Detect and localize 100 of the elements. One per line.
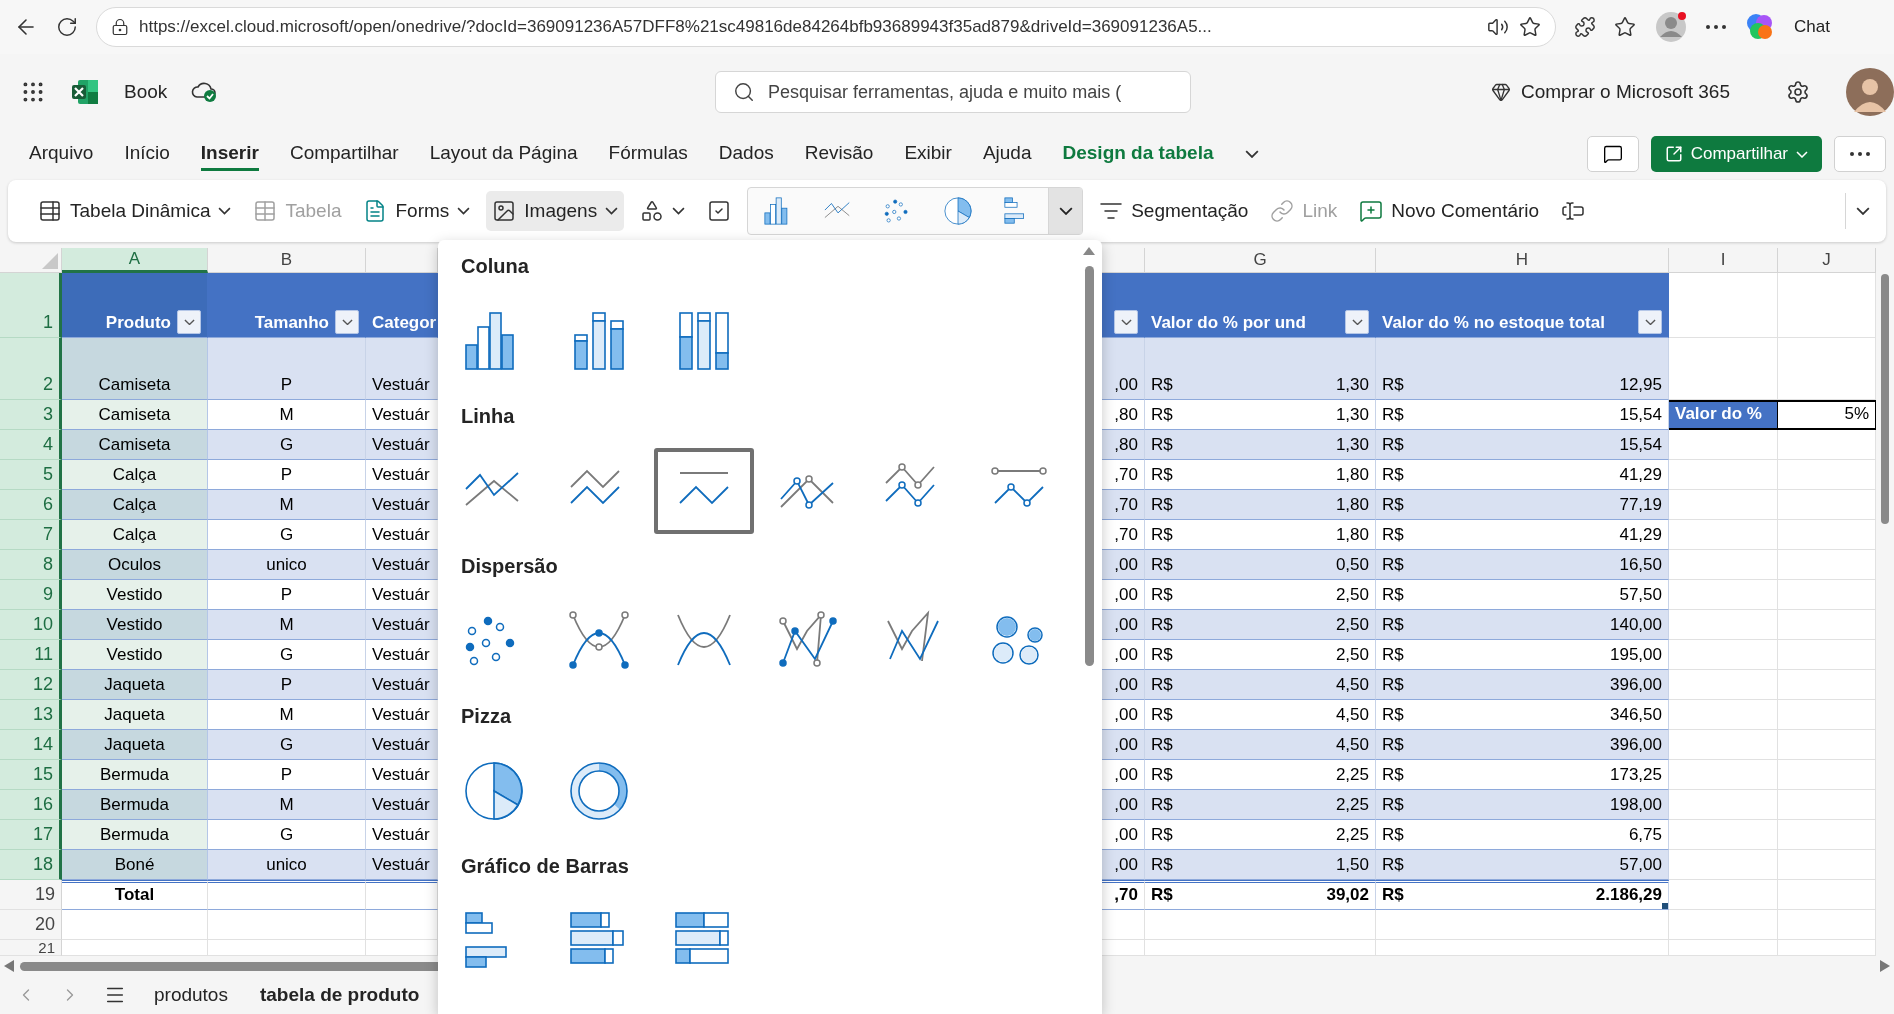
favorite-star-icon[interactable] bbox=[1519, 16, 1541, 38]
ribbon-button[interactable]: Novo Comentário bbox=[1353, 191, 1546, 231]
currency-label: R$ bbox=[1382, 854, 1404, 876]
filter-button[interactable] bbox=[1114, 310, 1138, 334]
row-header[interactable]: 4 bbox=[0, 430, 62, 460]
resize-handle[interactable] bbox=[1662, 903, 1668, 909]
filter-button[interactable] bbox=[177, 310, 201, 334]
column-header[interactable]: J bbox=[1778, 248, 1876, 273]
menu-tab[interactable]: Layout da Página bbox=[429, 137, 578, 171]
menu-tab[interactable]: Compartilhar bbox=[289, 137, 399, 171]
refresh-icon[interactable] bbox=[56, 16, 78, 38]
row-header[interactable]: 3 bbox=[0, 400, 62, 430]
more-icon[interactable] bbox=[1850, 152, 1870, 156]
menu-tab[interactable]: Inserir bbox=[200, 137, 259, 171]
row-header[interactable]: 6 bbox=[0, 490, 62, 520]
gallery-expand-button[interactable] bbox=[1048, 188, 1083, 234]
avatar[interactable] bbox=[1846, 68, 1894, 116]
profile-icon[interactable] bbox=[1654, 10, 1688, 44]
favorites-icon[interactable] bbox=[1614, 16, 1636, 38]
chart-type-option[interactable] bbox=[654, 448, 754, 534]
table-cell: P bbox=[208, 670, 366, 700]
row-header[interactable]: 12 bbox=[0, 670, 62, 700]
ribbon-button[interactable]: Segmentação bbox=[1093, 191, 1255, 231]
scroll-left-icon[interactable] bbox=[4, 960, 14, 972]
menu-tab[interactable]: Ajuda bbox=[982, 137, 1032, 171]
ribbon-button[interactable]: Tabela Dinâmica bbox=[32, 191, 238, 231]
share-button[interactable]: Compartilhar bbox=[1650, 136, 1822, 172]
filter-button[interactable] bbox=[335, 310, 359, 334]
filter-button[interactable] bbox=[1345, 310, 1369, 334]
row-header[interactable]: 20 bbox=[0, 910, 62, 940]
row-header[interactable]: 19 bbox=[0, 880, 62, 910]
row-header[interactable]: 7 bbox=[0, 520, 62, 550]
row-header[interactable]: 5 bbox=[0, 460, 62, 490]
row-header[interactable]: 8 bbox=[0, 550, 62, 580]
column-header[interactable]: B bbox=[208, 248, 366, 273]
currency-label: R$ bbox=[1151, 524, 1173, 546]
row-header[interactable]: 9 bbox=[0, 580, 62, 610]
column-header[interactable]: A bbox=[62, 248, 208, 273]
caret-icon bbox=[1058, 206, 1073, 216]
sheet-tab[interactable]: produtos bbox=[150, 984, 232, 1006]
heading-text: Tamanho bbox=[254, 312, 329, 334]
caret-icon bbox=[605, 207, 619, 215]
menu-tab[interactable]: Design da tabela bbox=[1062, 137, 1214, 171]
chat-label[interactable]: Chat bbox=[1794, 17, 1830, 37]
currency-label: R$ bbox=[1151, 794, 1173, 816]
scroll-right-icon[interactable] bbox=[1880, 960, 1890, 972]
ribbon-button[interactable]: Imagens bbox=[486, 191, 625, 231]
table-cell: Calça bbox=[62, 490, 208, 520]
currency-label: R$ bbox=[1151, 674, 1173, 696]
table-cell: ,70 bbox=[1102, 520, 1145, 550]
row-header[interactable]: 10 bbox=[0, 610, 62, 640]
menu-tab[interactable]: Início bbox=[124, 137, 170, 171]
menu-tab[interactable]: Exibir bbox=[904, 137, 952, 171]
table-cell: Vestuár bbox=[366, 670, 438, 700]
menu-tab[interactable]: Dados bbox=[718, 137, 774, 171]
menu-tab[interactable]: Arquivo bbox=[29, 137, 94, 171]
settings-icon[interactable] bbox=[1786, 80, 1810, 104]
cell-value: 12,95 bbox=[1619, 374, 1662, 396]
ribbon-button[interactable]: Forms bbox=[357, 191, 477, 231]
currency-label: R$ bbox=[1151, 644, 1173, 666]
column-header[interactable]: G bbox=[1145, 248, 1376, 273]
currency-label: R$ bbox=[1151, 584, 1173, 606]
column-header[interactable]: I bbox=[1669, 248, 1778, 273]
table-cell: ,80 bbox=[1102, 430, 1145, 460]
buy-link[interactable]: Comprar o Microsoft 365 bbox=[1490, 81, 1730, 103]
table-cell: M bbox=[208, 610, 366, 640]
row-header[interactable]: 11 bbox=[0, 640, 62, 670]
scroll-up-icon[interactable] bbox=[1082, 246, 1096, 256]
comments-button[interactable] bbox=[1586, 136, 1639, 172]
speaker-icon[interactable] bbox=[1487, 16, 1509, 38]
row-header[interactable]: 2 bbox=[0, 338, 62, 400]
column-header[interactable]: H bbox=[1376, 248, 1669, 273]
more-icon[interactable] bbox=[1706, 25, 1726, 29]
row-header[interactable]: 21 bbox=[0, 940, 62, 956]
address-bar[interactable]: https://excel.cloud.microsoft/open/onedrive/?docId=369091236A57DFF8%21sc49816de84264bfb93689943f35ad879&driveId=369091236A5... bbox=[96, 7, 1556, 47]
cell-value: 39,02 bbox=[1326, 884, 1369, 906]
row-header[interactable]: 18 bbox=[0, 850, 62, 880]
row-header[interactable]: 17 bbox=[0, 820, 62, 850]
currency-label: R$ bbox=[1382, 464, 1404, 486]
row-header[interactable]: 13 bbox=[0, 700, 62, 730]
cell-value: 2,25 bbox=[1335, 794, 1369, 816]
currency-label: R$ bbox=[1151, 884, 1173, 906]
section-title: Gráfico de Barras bbox=[460, 855, 630, 879]
row-header[interactable]: 1 bbox=[0, 273, 62, 338]
search-field[interactable]: Pesquisar ferramentas, ajuda e muito mais ( bbox=[715, 71, 1191, 113]
extensions-icon[interactable] bbox=[1574, 16, 1596, 38]
menu-tab[interactable]: Fórmulas bbox=[608, 137, 688, 171]
cell-value: 77,19 bbox=[1619, 494, 1662, 516]
caret-icon bbox=[341, 318, 353, 326]
cell-value: 57,50 bbox=[1619, 584, 1662, 606]
cell-value: 1,30 bbox=[1335, 374, 1369, 396]
row-header[interactable]: 16 bbox=[0, 790, 62, 820]
sheet-tab[interactable]: tabela de produto bbox=[255, 984, 424, 1006]
cell-value: 4,50 bbox=[1335, 734, 1369, 756]
row-header[interactable]: 15 bbox=[0, 760, 62, 790]
table-cell: P bbox=[208, 338, 366, 400]
table-cell: Oculos bbox=[62, 550, 208, 580]
row-header[interactable]: 14 bbox=[0, 730, 62, 760]
filter-button[interactable] bbox=[1638, 310, 1662, 334]
menu-tab[interactable]: Revisão bbox=[804, 137, 874, 171]
